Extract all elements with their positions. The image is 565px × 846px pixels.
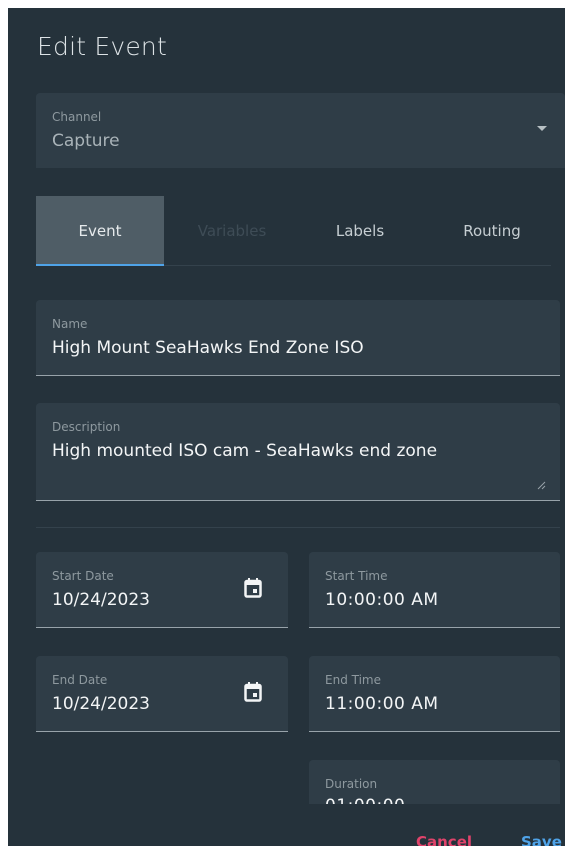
end-time-field[interactable]: End Time 11:00:00 AM — [309, 656, 560, 732]
start-date-field[interactable]: Start Date 10/24/2023 — [36, 552, 288, 628]
description-field[interactable]: Description High mounted ISO cam - SeaHa… — [36, 403, 560, 501]
start-date-input[interactable]: 10/24/2023 — [52, 590, 150, 610]
caret-down-icon[interactable] — [537, 126, 547, 131]
start-time-label: Start Time — [325, 569, 388, 583]
cancel-button[interactable]: Cancel — [416, 833, 472, 846]
resize-handle-icon[interactable] — [536, 480, 546, 490]
dialog-content[interactable]: Edit Event Channel Capture Event Variabl… — [8, 8, 565, 804]
end-date-input[interactable]: 10/24/2023 — [52, 694, 150, 714]
calendar-icon[interactable] — [244, 682, 262, 702]
end-date-field[interactable]: End Date 10/24/2023 — [36, 656, 288, 732]
edit-event-dialog: Edit Event Channel Capture Event Variabl… — [8, 8, 565, 846]
end-date-label: End Date — [52, 673, 108, 687]
save-button[interactable]: Save — [521, 833, 562, 846]
start-time-input[interactable]: 10:00:00 AM — [325, 590, 439, 610]
duration-field[interactable]: Duration 01:00:00 — [309, 760, 560, 804]
tab-variables: Variables — [197, 222, 267, 240]
end-time-label: End Time — [325, 673, 381, 687]
channel-value: Capture — [52, 131, 120, 151]
tab-labels[interactable]: Labels — [296, 196, 424, 266]
tab-routing[interactable]: Routing — [428, 196, 556, 266]
duration-label: Duration — [325, 777, 378, 791]
duration-value: 01:00:00 — [325, 796, 405, 804]
description-textarea[interactable]: High mounted ISO cam - SeaHawks end zone — [52, 441, 437, 461]
tab-event[interactable]: Event — [36, 196, 164, 266]
event-tabs: Event Variables Labels Routing — [36, 196, 551, 266]
channel-label: Channel — [52, 110, 102, 124]
channel-select[interactable]: Channel Capture — [36, 93, 565, 168]
name-field[interactable]: Name High Mount SeaHawks End Zone ISO — [36, 300, 560, 376]
end-time-input[interactable]: 11:00:00 AM — [325, 694, 439, 714]
start-date-label: Start Date — [52, 569, 114, 583]
name-input[interactable]: High Mount SeaHawks End Zone ISO — [52, 338, 364, 358]
calendar-icon[interactable] — [244, 578, 262, 598]
section-divider — [36, 527, 560, 528]
active-tab-indicator — [36, 264, 164, 266]
start-time-field[interactable]: Start Time 10:00:00 AM — [309, 552, 560, 628]
description-label: Description — [52, 420, 121, 434]
dialog-title: Edit Event — [37, 32, 167, 61]
name-label: Name — [52, 317, 88, 331]
